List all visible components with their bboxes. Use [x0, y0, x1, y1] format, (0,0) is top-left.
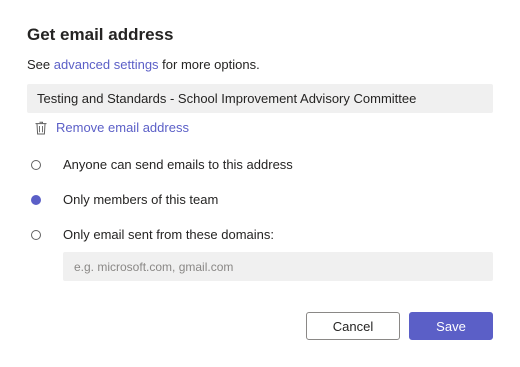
- dialog-subtitle: See advanced settings for more options.: [27, 57, 260, 72]
- domains-input[interactable]: [63, 252, 493, 281]
- radio-anyone[interactable]: [31, 159, 41, 170]
- subtitle-prefix: See: [27, 57, 54, 72]
- dialog-title: Get email address: [27, 25, 174, 44]
- option-domains[interactable]: Only email sent from these domains:: [31, 227, 274, 242]
- email-address-field: Testing and Standards - School Improveme…: [27, 84, 493, 113]
- remove-email-button[interactable]: Remove email address: [35, 120, 189, 135]
- email-address-value: Testing and Standards - School Improveme…: [37, 91, 417, 106]
- option-domains-label: Only email sent from these domains:: [63, 227, 274, 242]
- option-anyone-label: Anyone can send emails to this address: [63, 157, 293, 172]
- option-members-only[interactable]: Only members of this team: [31, 192, 218, 207]
- option-anyone[interactable]: Anyone can send emails to this address: [31, 157, 293, 172]
- trash-icon: [35, 121, 47, 135]
- save-button[interactable]: Save: [409, 312, 493, 340]
- cancel-button[interactable]: Cancel: [306, 312, 400, 340]
- subtitle-suffix: for more options.: [158, 57, 260, 72]
- remove-email-label: Remove email address: [56, 120, 189, 135]
- radio-domains[interactable]: [31, 229, 41, 240]
- option-members-only-label: Only members of this team: [63, 192, 219, 207]
- advanced-settings-link[interactable]: advanced settings: [54, 57, 159, 72]
- radio-members-only[interactable]: [31, 194, 41, 205]
